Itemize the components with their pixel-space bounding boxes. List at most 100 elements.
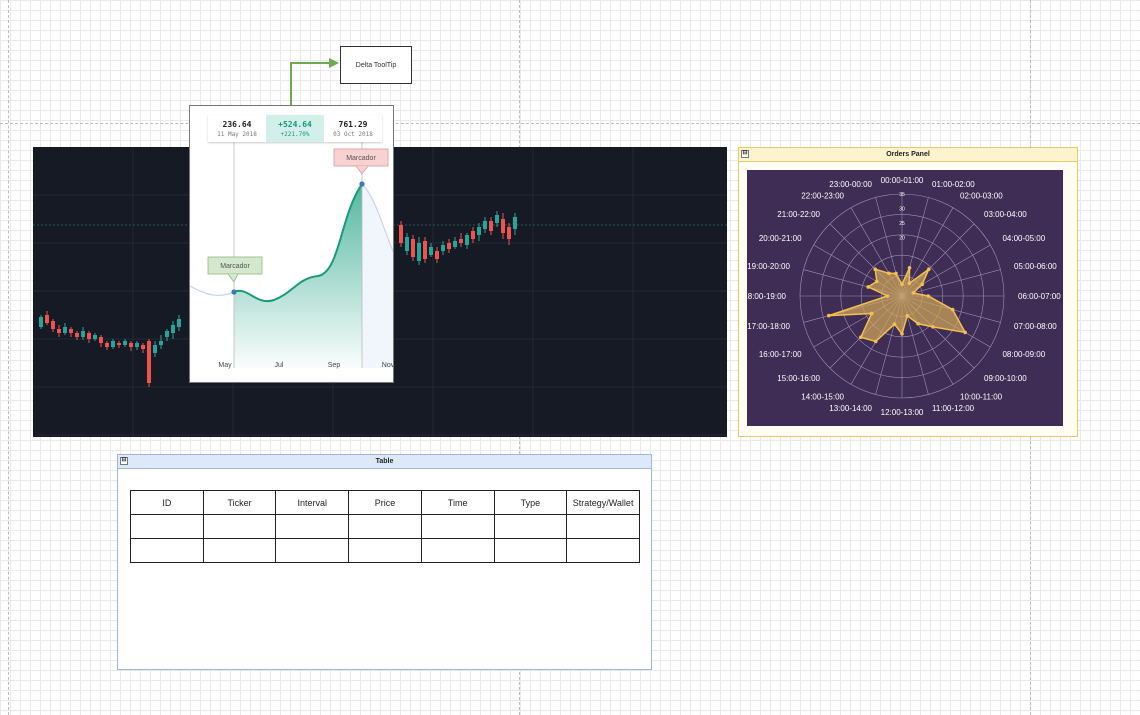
table-panel: ⊟ Table ID Ticker Interval Price Time Ty…	[117, 454, 652, 670]
area-line-inactive	[190, 285, 235, 297]
radar-point	[926, 294, 931, 298]
radar-point	[873, 267, 878, 272]
radar-category-label: 21:00-22:00	[777, 210, 820, 219]
radar-point	[873, 339, 878, 344]
radar-point	[887, 271, 891, 276]
radar-point	[931, 325, 935, 329]
radar-point	[894, 271, 898, 276]
radar-category-label: 18:00-19:00	[747, 292, 787, 301]
column-header[interactable]: Interval	[275, 490, 350, 515]
radar-category-label: 08:00-09:00	[1002, 350, 1045, 359]
radar-category-label: 22:00-23:00	[801, 192, 844, 201]
collapse-icon[interactable]: ⊟	[741, 150, 749, 158]
radar-category-label: 17:00-18:00	[747, 322, 790, 331]
radar-category-label: 15:00-16:00	[777, 374, 820, 383]
table-cell[interactable]	[130, 538, 204, 563]
table-row[interactable]	[130, 514, 640, 539]
radar-tick-label: 25	[899, 221, 905, 227]
radar-tick-label: 20	[899, 236, 905, 242]
radar-category-label: 10:00-11:00	[960, 392, 1003, 401]
area-chart-svg: Marcador Marcador May Jul Sep Nov	[190, 136, 394, 369]
radar-point	[858, 335, 863, 340]
table-cell[interactable]	[420, 514, 495, 539]
radar-chart[interactable]: 00:00-01:00 01:00-02:00 02:00-03:00 03:00-0…	[743, 170, 1063, 426]
radar-category-label: 20:00-21:00	[759, 234, 802, 243]
column-header[interactable]: Strategy/Wallet	[566, 490, 640, 515]
column-header[interactable]: ID	[130, 490, 204, 515]
radar-category-label: 01:00-02:00	[932, 180, 975, 189]
radar-point	[869, 311, 874, 316]
delta-cell: +524.64 +221.70%	[266, 115, 324, 142]
column-header[interactable]: Price	[348, 490, 422, 515]
radar-category-label: 12:00-13:00	[881, 408, 924, 417]
table-cell[interactable]	[275, 538, 350, 563]
table-header-row: ID Ticker Interval Price Time Type Strat…	[130, 490, 640, 515]
radar-category-label: 19:00-20:00	[747, 262, 790, 271]
area-fill	[234, 184, 362, 368]
table-cell[interactable]	[348, 538, 422, 563]
table-cell[interactable]	[493, 538, 568, 563]
delta-pct: +221.70%	[280, 130, 310, 138]
radar-category-label: 06:00-07:00	[1018, 292, 1061, 301]
radar-series-area	[828, 266, 967, 343]
radar-category-label: 11:00-12:00	[932, 404, 975, 413]
delta-value: +524.64	[278, 119, 312, 129]
x-tick-label: Jul	[275, 362, 284, 369]
radar-point	[907, 281, 912, 286]
column-header[interactable]: Ticker	[202, 490, 277, 515]
delta-tooltip-note[interactable]: Delta ToolTip	[340, 46, 412, 84]
radar-point	[885, 294, 890, 298]
radar-point	[907, 266, 912, 270]
column-header[interactable]: Time	[420, 490, 495, 515]
x-tick-label: May	[218, 362, 232, 369]
table-cell[interactable]	[202, 514, 277, 539]
end-point	[359, 181, 365, 187]
table-cell[interactable]	[566, 538, 640, 563]
radar-point	[827, 313, 831, 318]
marker-pointer	[227, 273, 239, 283]
radar-point	[926, 267, 931, 272]
area-chart-card[interactable]: Marcador Marcador May Jul Sep Nov 236.64 11 M…	[189, 105, 394, 383]
radar-point	[963, 330, 967, 335]
radar-point	[874, 279, 879, 284]
radar-point	[892, 322, 897, 326]
column-header[interactable]: Type	[493, 490, 568, 515]
radar-point	[920, 282, 924, 287]
table-cell[interactable]	[275, 514, 350, 539]
orders-panel: ⊟ Orders Panel 00:00-01:00 01:00-02:00 02:…	[738, 147, 1078, 437]
radar-category-label: 00:00-01:00	[881, 176, 924, 185]
start-point	[231, 289, 237, 295]
table-panel-titlebar: ⊟ Table	[118, 455, 651, 469]
marker-pointer	[355, 165, 369, 175]
start-cell: 236.64 11 May 2018	[208, 115, 266, 142]
radar-category-label: 05:00-06:00	[1014, 262, 1057, 271]
radar-category-label: 07:00-08:00	[1014, 322, 1057, 331]
radar-category-label: 14:00-15:00	[801, 392, 844, 401]
radar-point	[905, 313, 910, 318]
radar-category-label: 23:00-00:00	[829, 180, 872, 189]
radar-point	[900, 332, 904, 336]
collapse-icon[interactable]: ⊟	[120, 457, 128, 465]
table-row[interactable]	[130, 538, 640, 563]
table-cell[interactable]	[348, 514, 422, 539]
radar-category-label: 02:00-03:00	[960, 192, 1003, 201]
radar-category-label: 04:00-05:00	[1002, 234, 1045, 243]
table-panel-title: Table	[375, 458, 394, 465]
end-cell: 761.29 03 Oct 2018	[324, 115, 382, 142]
table-cell[interactable]	[420, 538, 495, 563]
start-date: 11 May 2018	[217, 130, 257, 138]
x-tick-label: Sep	[328, 362, 341, 369]
orders-table: ID Ticker Interval Price Time Type Strat…	[130, 490, 640, 563]
start-value: 236.64	[222, 119, 252, 129]
table-cell[interactable]	[130, 514, 204, 539]
radar-svg: 00:00-01:00 01:00-02:00 02:00-03:00 03:00-0…	[743, 176, 1061, 417]
table-cell[interactable]	[493, 514, 568, 539]
table-cell[interactable]	[566, 514, 640, 539]
radar-category-label: 09:00-10:00	[984, 374, 1027, 383]
orders-panel-titlebar: ⊟ Orders Panel	[739, 148, 1077, 162]
radar-category-label: 03:00-04:00	[984, 210, 1027, 219]
radar-point	[916, 321, 920, 326]
table-cell[interactable]	[202, 538, 277, 563]
x-tick-label: Nov	[382, 362, 394, 369]
radar-tick-label: 35	[899, 192, 905, 198]
